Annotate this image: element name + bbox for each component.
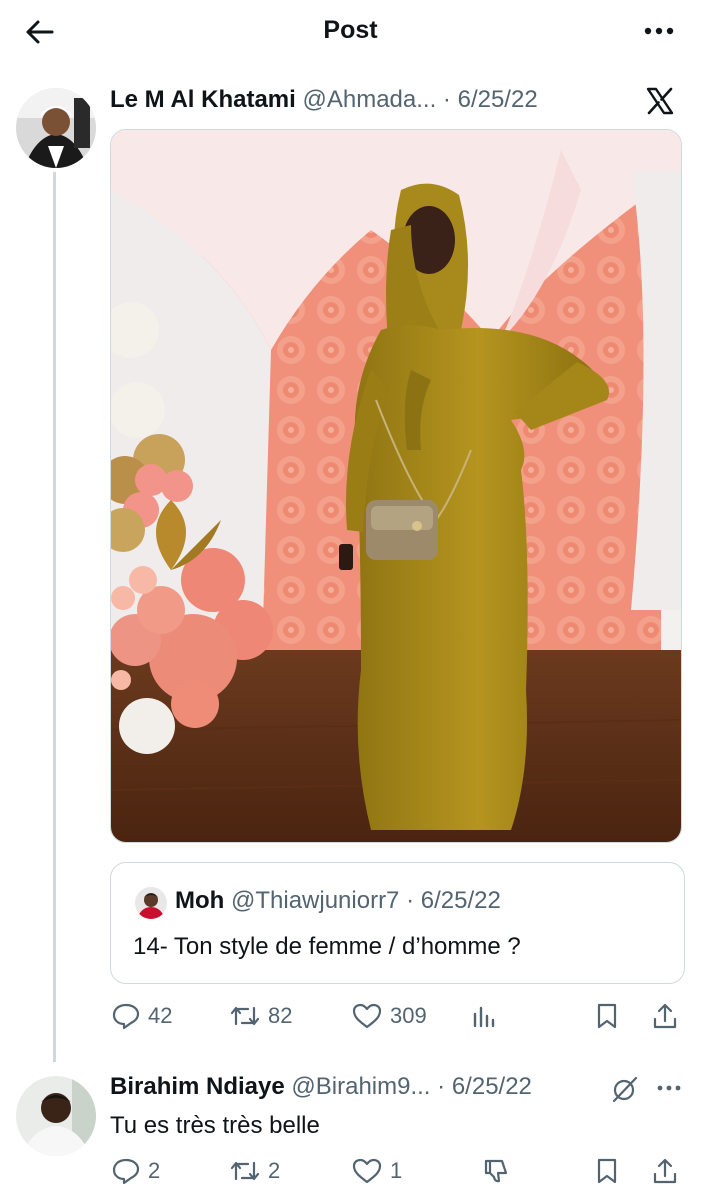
analytics-icon xyxy=(473,1006,495,1028)
post-photo[interactable] xyxy=(110,129,682,843)
separator-dot: · xyxy=(442,86,451,113)
author-handle[interactable]: @Ahmada... xyxy=(302,86,436,113)
top-bar: Post xyxy=(0,0,701,62)
reply-avatar-image xyxy=(16,1076,96,1156)
reply-button[interactable]: 42 xyxy=(110,999,172,1033)
reply-actions: 2 2 1 xyxy=(110,1154,685,1188)
thumbs-down-icon xyxy=(484,1159,508,1183)
more-dots-icon xyxy=(657,1085,681,1091)
bookmark-icon xyxy=(597,1158,617,1184)
quoted-avatar[interactable] xyxy=(135,887,167,919)
share-icon xyxy=(653,1003,677,1029)
avatar[interactable] xyxy=(16,88,96,168)
repost-icon xyxy=(230,1006,260,1026)
quoted-post[interactable]: Moh @Thiawjuniorr7 · 6/25/22 14- Ton sty… xyxy=(110,862,685,984)
views-button[interactable] xyxy=(470,999,500,1033)
reply-icon xyxy=(112,1003,140,1030)
bookmark-icon xyxy=(597,1003,617,1029)
quoted-author-name[interactable]: Moh xyxy=(175,887,224,914)
post-date[interactable]: 6/25/22 xyxy=(458,86,538,113)
reply-more-button[interactable] xyxy=(652,1074,686,1102)
page-title: Post xyxy=(323,16,378,44)
quoted-avatar-image xyxy=(135,887,167,919)
reply-avatar[interactable] xyxy=(16,1076,96,1156)
reply-header: Birahim Ndiaye @Birahim9... · 6/25/22 xyxy=(110,1073,532,1101)
more-dots-icon xyxy=(644,27,674,35)
quoted-post-date[interactable]: 6/25/22 xyxy=(421,887,501,914)
like-button[interactable]: 1 xyxy=(350,1154,402,1188)
share-button[interactable] xyxy=(650,1154,680,1188)
x-logo xyxy=(645,86,675,116)
photo-illustration xyxy=(111,130,681,842)
bookmark-button[interactable] xyxy=(592,999,622,1033)
repost-count: 82 xyxy=(268,1003,293,1028)
heart-icon xyxy=(352,1158,382,1184)
reply-count: 2 xyxy=(148,1158,161,1183)
x-logo-icon xyxy=(646,87,674,115)
thread-connector-line xyxy=(53,172,56,1062)
quoted-post-header: Moh @Thiawjuniorr7 · 6/25/22 xyxy=(175,887,501,915)
author-avatar-image xyxy=(16,88,96,168)
repost-button[interactable]: 2 xyxy=(228,1154,280,1188)
bookmark-button[interactable] xyxy=(592,1154,622,1188)
reply-count: 42 xyxy=(148,1003,173,1028)
like-count: 1 xyxy=(390,1158,403,1183)
reply-date[interactable]: 6/25/22 xyxy=(452,1073,532,1100)
grok-button[interactable] xyxy=(610,1074,640,1104)
like-count: 309 xyxy=(390,1003,427,1028)
separator-dot: · xyxy=(437,1073,446,1100)
repost-icon xyxy=(230,1161,260,1181)
share-button[interactable] xyxy=(650,999,680,1033)
repost-count: 2 xyxy=(268,1158,281,1183)
repost-button[interactable]: 82 xyxy=(228,999,292,1033)
post-header: Le M Al Khatami @Ahmada... · 6/25/22 xyxy=(110,86,538,116)
reply-text: Tu es très très belle xyxy=(110,1112,320,1139)
like-button[interactable]: 309 xyxy=(350,999,427,1033)
author-name[interactable]: Le M Al Khatami xyxy=(110,86,296,113)
dislike-button[interactable] xyxy=(480,1154,512,1188)
grok-icon xyxy=(612,1076,638,1103)
separator-dot: · xyxy=(406,887,415,914)
reply-author-handle[interactable]: @Birahim9... xyxy=(291,1073,430,1100)
reply-author-name[interactable]: Birahim Ndiaye xyxy=(110,1073,285,1100)
reply-icon xyxy=(112,1158,140,1185)
post-actions: 42 82 309 xyxy=(110,999,685,1033)
share-icon xyxy=(653,1158,677,1184)
reply-button[interactable]: 2 xyxy=(110,1154,160,1188)
quoted-author-handle[interactable]: @Thiawjuniorr7 xyxy=(231,887,399,914)
quoted-post-text: 14- Ton style de femme / d’homme ? xyxy=(133,933,521,960)
more-options-button[interactable] xyxy=(639,16,679,46)
heart-icon xyxy=(352,1003,382,1029)
